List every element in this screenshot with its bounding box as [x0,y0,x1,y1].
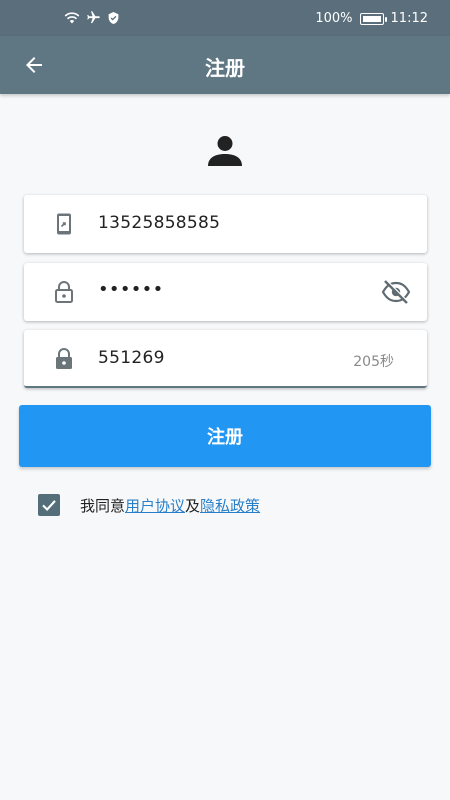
lock-icon [55,281,73,303]
user-agreement-link[interactable]: 用户协议 [125,497,185,515]
lock-icon [56,348,72,369]
wifi-icon [64,12,80,24]
clock: 11:12 [390,11,428,26]
status-bar: 100% 11:12 [0,0,450,36]
password-input[interactable]: •••••• [98,279,164,300]
phone-input[interactable]: 13525858585 [98,213,220,233]
verification-code-field[interactable]: 551269 205秒 [24,330,427,388]
agreement-text: 我同意用户协议及隐私政策 [80,495,260,516]
toggle-password-visibility[interactable] [381,279,411,305]
agreement-prefix: 我同意 [80,496,126,515]
battery-icon [359,12,387,25]
password-field[interactable]: •••••• [24,263,427,321]
airplane-icon [87,11,100,24]
privacy-policy-link[interactable]: 隐私政策 [200,497,260,515]
battery-percent: 100% [315,11,353,26]
shield-icon [108,11,119,24]
agreement-row: 我同意用户协议及隐私政策 [38,494,260,516]
status-right: 100% 11:12 [315,11,428,26]
app-bar: 注册 [0,36,450,94]
agree-checkbox[interactable] [38,494,60,516]
checkmark-icon [42,500,56,512]
eye-off-icon [381,279,411,304]
phone-icon [57,213,71,235]
verification-code-input[interactable]: 551269 [98,348,165,368]
person-icon [208,136,242,166]
register-button-label: 注册 [207,427,243,448]
register-button[interactable]: 注册 [19,405,431,467]
resend-code-timer[interactable]: 205秒 [353,351,394,371]
page-title: 注册 [205,56,245,80]
phone-field[interactable]: 13525858585 [24,195,427,253]
status-left-icons [64,10,120,25]
agreement-middle: 及 [185,496,201,515]
